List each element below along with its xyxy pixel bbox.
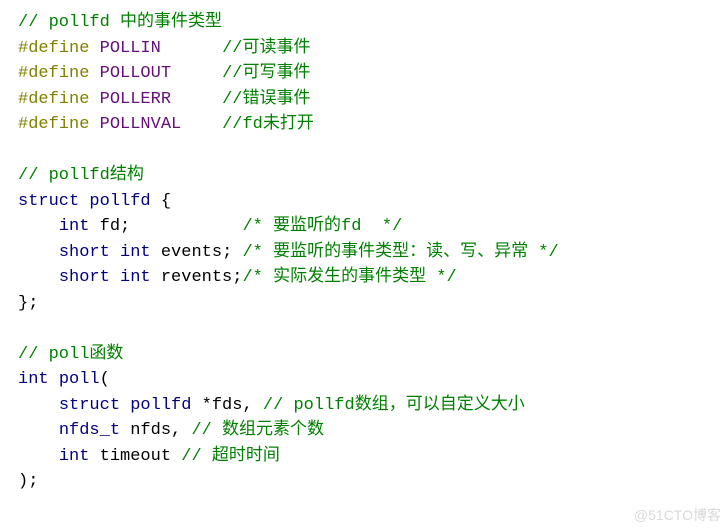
param-fds: *fds, bbox=[191, 396, 262, 415]
keyword-int: int bbox=[59, 447, 90, 466]
code-block: // pollfd 中的事件类型 #define POLLIN //可读事件 #… bbox=[0, 0, 727, 505]
comment-event-types: // pollfd 中的事件类型 bbox=[18, 13, 222, 32]
comment-pollout: //可写事件 bbox=[222, 64, 310, 83]
param-nfds: nfds, bbox=[120, 421, 191, 440]
keyword-int: int bbox=[59, 217, 90, 236]
field-events: events bbox=[161, 243, 222, 262]
poll-close: ); bbox=[18, 472, 38, 491]
macro-pollnval: POLLNVAL bbox=[100, 115, 182, 134]
field-fd: fd bbox=[100, 217, 120, 236]
keyword-short: short bbox=[59, 268, 110, 287]
directive-define: #define bbox=[18, 64, 89, 83]
field-revents: revents bbox=[161, 268, 232, 287]
pad bbox=[181, 115, 222, 134]
comment-timeout: // 超时时间 bbox=[181, 447, 280, 466]
comment-pollin: //可读事件 bbox=[222, 39, 310, 58]
keyword-int: int bbox=[120, 268, 151, 287]
watermark: @51CTO博客 bbox=[634, 505, 721, 525]
macro-pollerr: POLLERR bbox=[100, 90, 171, 109]
keyword-int: int bbox=[120, 243, 151, 262]
type-pollfd: pollfd bbox=[130, 396, 191, 415]
comment-fds: // pollfd数组，可以自定义大小 bbox=[263, 396, 525, 415]
comment-pollnval: //fd未打开 bbox=[222, 115, 314, 134]
directive-define: #define bbox=[18, 115, 89, 134]
comment-poll-func: // poll函数 bbox=[18, 345, 123, 364]
directive-define: #define bbox=[18, 90, 89, 109]
type-nfds-t: nfds_t bbox=[59, 421, 120, 440]
comment-fd: /* 要监听的fd */ bbox=[242, 217, 402, 236]
keyword-int: int bbox=[18, 370, 49, 389]
comment-events: /* 要监听的事件类型：读、写、异常 */ bbox=[242, 243, 558, 262]
struct-close: }; bbox=[18, 294, 38, 313]
struct-name-pollfd: pollfd bbox=[89, 192, 150, 211]
directive-define: #define bbox=[18, 39, 89, 58]
keyword-short: short bbox=[59, 243, 110, 262]
func-name-poll: poll bbox=[59, 370, 100, 389]
keyword-struct: struct bbox=[59, 396, 120, 415]
pad bbox=[171, 90, 222, 109]
keyword-struct: struct bbox=[18, 192, 79, 211]
macro-pollout: POLLOUT bbox=[100, 64, 171, 83]
comment-nfds: // 数组元素个数 bbox=[191, 421, 324, 440]
comment-revents: /* 实际发生的事件类型 */ bbox=[242, 268, 456, 287]
macro-pollin: POLLIN bbox=[100, 39, 161, 58]
pad bbox=[161, 39, 222, 58]
pad bbox=[171, 64, 222, 83]
param-timeout: timeout bbox=[89, 447, 181, 466]
brace-open: { bbox=[151, 192, 171, 211]
comment-pollerr: //错误事件 bbox=[222, 90, 310, 109]
comment-struct: // pollfd结构 bbox=[18, 166, 144, 185]
